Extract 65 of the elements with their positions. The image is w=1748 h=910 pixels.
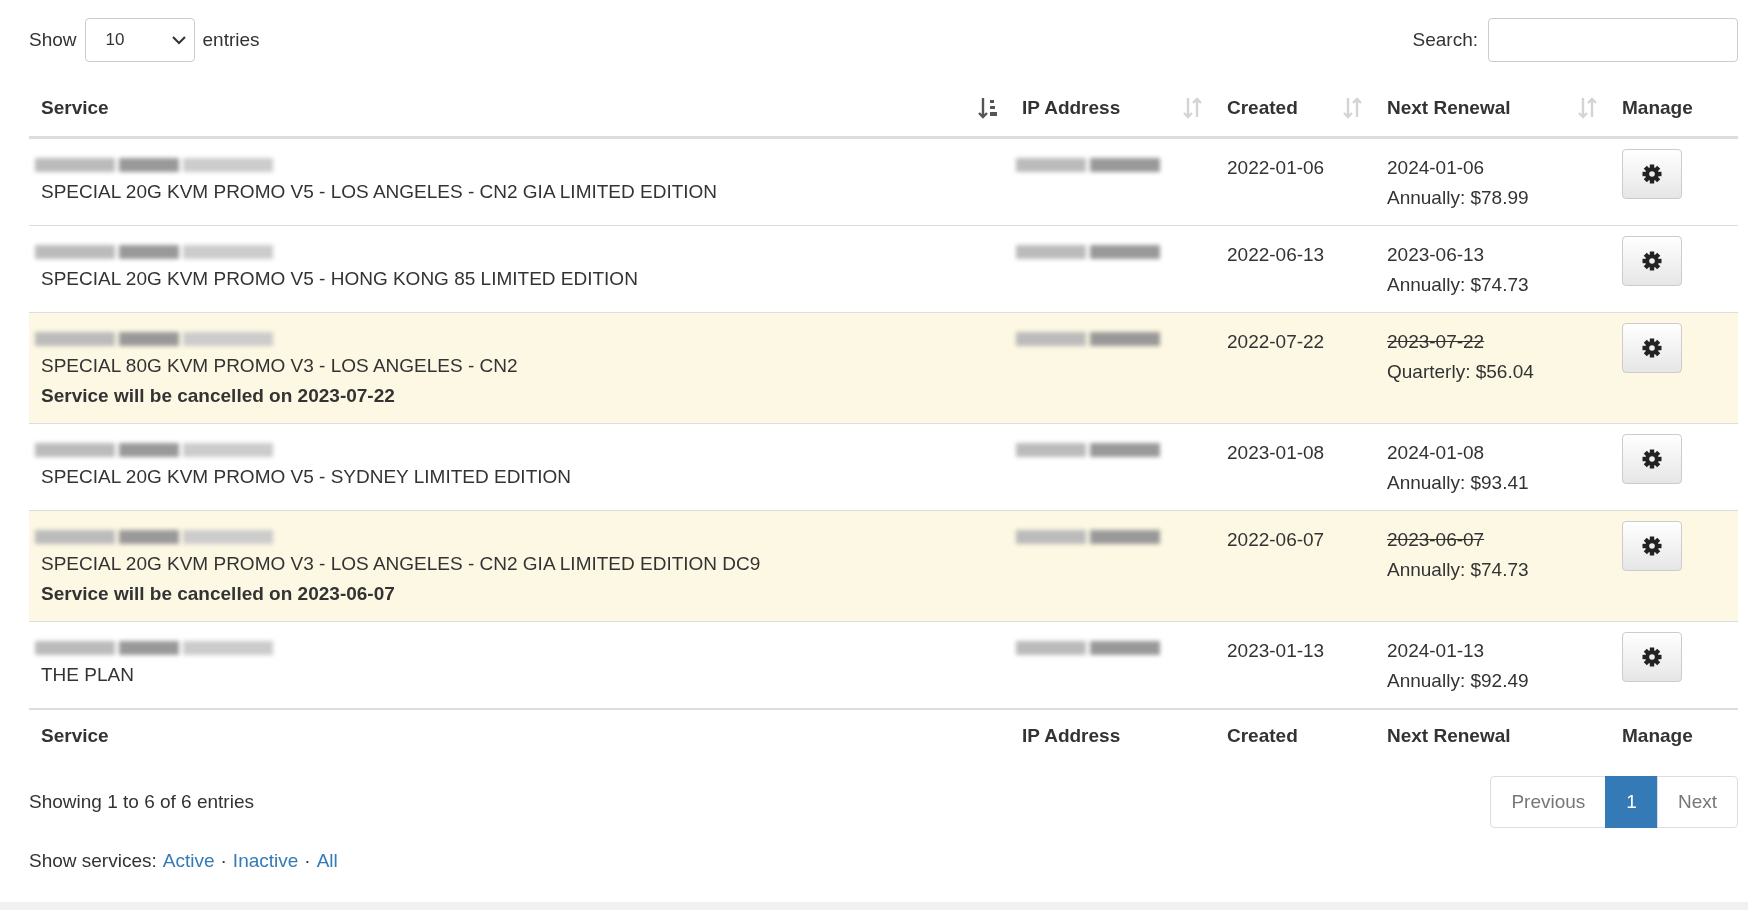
column-footer: Manage bbox=[1622, 725, 1693, 746]
renewal-date: 2024-01-06 bbox=[1387, 156, 1486, 180]
chevron-icon bbox=[171, 35, 186, 45]
table-info: Showing 1 to 6 of 6 entries bbox=[29, 791, 254, 813]
settings-icon bbox=[1642, 536, 1662, 556]
entries-label: entries bbox=[202, 29, 260, 51]
sort-icon[interactable] bbox=[978, 97, 998, 119]
settings-button[interactable] bbox=[1622, 434, 1682, 484]
cancellation-notice: Service will be cancelled on 2023-07-22 bbox=[41, 384, 396, 408]
billing-amount: Annually: $78.99 bbox=[1387, 186, 1530, 210]
settings-button[interactable] bbox=[1622, 632, 1682, 682]
renewal-date: 2023-06-13 bbox=[1387, 243, 1486, 267]
column-header[interactable]: Created bbox=[1227, 97, 1298, 119]
pagination-button[interactable]: Next bbox=[1656, 776, 1738, 828]
created-date: 2023-01-08 bbox=[1227, 442, 1325, 463]
cancellation-notice: Service will be cancelled on 2023-06-07 bbox=[41, 582, 396, 606]
billing-amount: Annually: $74.73 bbox=[1387, 273, 1530, 297]
settings-icon bbox=[1642, 164, 1662, 184]
column-header[interactable]: Next Renewal bbox=[1387, 97, 1511, 119]
filter-label: Show services: bbox=[29, 850, 157, 872]
filter-link[interactable]: Inactive bbox=[232, 850, 299, 872]
created-date: 2022-07-22 bbox=[1227, 331, 1325, 352]
billing-amount: Quarterly: $56.04 bbox=[1387, 360, 1535, 384]
filter-link[interactable]: Active bbox=[162, 850, 215, 872]
settings-icon bbox=[1642, 338, 1662, 358]
settings-button[interactable] bbox=[1622, 236, 1682, 286]
column-header[interactable]: Service bbox=[41, 97, 109, 119]
settings-icon bbox=[1642, 647, 1662, 667]
created-date: 2023-01-13 bbox=[1227, 640, 1325, 661]
column-footer: IP Address bbox=[1022, 725, 1121, 746]
separator: · bbox=[220, 850, 227, 872]
billing-amount: Annually: $93.41 bbox=[1387, 471, 1530, 495]
separator: · bbox=[304, 850, 311, 872]
column-header[interactable]: IP Address bbox=[1022, 97, 1121, 119]
product-name: SPECIAL 20G KVM PROMO V3 - LOS ANGELES - CN2 GIA LIMITED EDITION DC9 bbox=[41, 552, 762, 576]
search-field[interactable] bbox=[1488, 18, 1738, 62]
renewal-date: 2024-01-13 bbox=[1387, 639, 1486, 663]
settings-icon bbox=[1642, 251, 1662, 271]
filter-link[interactable]: All bbox=[316, 850, 338, 872]
created-date: 2022-06-07 bbox=[1227, 529, 1325, 550]
column-header[interactable]: Manage bbox=[1622, 97, 1693, 119]
product-name: SPECIAL 20G KVM PROMO V5 - SYDNEY LIMITED EDITION bbox=[41, 465, 572, 489]
settings-button[interactable] bbox=[1622, 521, 1682, 571]
renewal-date: 2023-06-07 bbox=[1387, 528, 1486, 552]
pagination-button[interactable]: Previous bbox=[1490, 776, 1607, 828]
column-footer: Service bbox=[41, 725, 109, 746]
renewal-date: 2023-07-22 bbox=[1387, 330, 1486, 354]
pagination-button[interactable]: 1 bbox=[1605, 776, 1658, 828]
column-footer: Next Renewal bbox=[1387, 725, 1511, 746]
product-name: SPECIAL 80G KVM PROMO V3 - LOS ANGELES - CN2 bbox=[41, 354, 519, 378]
renewal-date: 2024-01-08 bbox=[1387, 441, 1486, 465]
product-name: SPECIAL 20G KVM PROMO V5 - HONG KONG 85 LIMITED EDITION bbox=[41, 267, 639, 291]
product-name: SPECIAL 20G KVM PROMO V5 - LOS ANGELES - CN2 GIA LIMITED EDITION bbox=[41, 180, 719, 204]
search-label: Search: bbox=[1412, 29, 1478, 51]
column-footer: Created bbox=[1227, 725, 1298, 746]
created-date: 2022-01-06 bbox=[1227, 157, 1325, 178]
product-name: THE PLAN bbox=[41, 663, 135, 687]
settings-button[interactable] bbox=[1622, 149, 1682, 199]
entries-select[interactable]: 10 bbox=[84, 18, 195, 62]
show-label: Show bbox=[29, 29, 77, 51]
settings-button[interactable] bbox=[1622, 323, 1682, 373]
created-date: 2022-06-13 bbox=[1227, 244, 1325, 265]
billing-amount: Annually: $92.49 bbox=[1387, 669, 1530, 693]
billing-amount: Annually: $74.73 bbox=[1387, 558, 1530, 582]
settings-icon bbox=[1642, 449, 1662, 469]
